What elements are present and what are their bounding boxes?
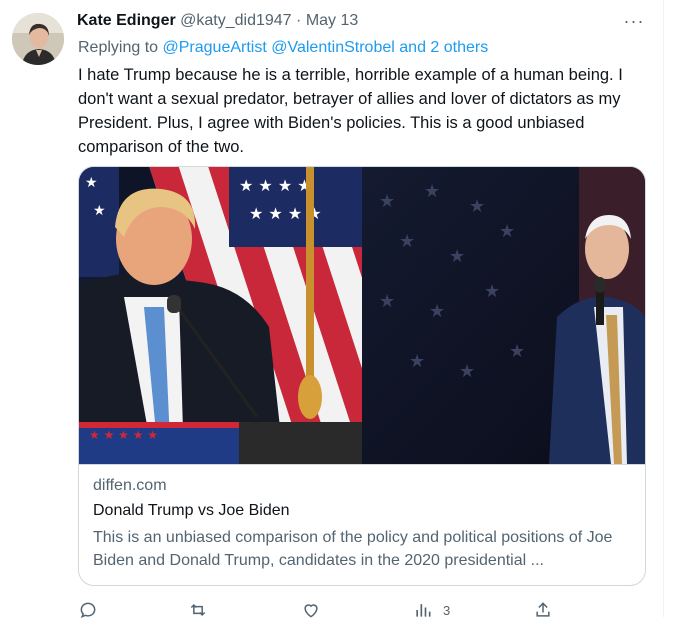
views-count: 3 [443,602,451,618]
svg-text:★: ★ [459,361,475,382]
svg-text:★ ★ ★ ★: ★ ★ ★ ★ [239,176,312,195]
action-bar: 3 [78,600,578,620]
svg-text:★: ★ [499,221,515,242]
svg-text:★: ★ [409,351,425,372]
reply-button[interactable] [78,600,108,620]
svg-text:★: ★ [379,191,395,212]
more-options-icon[interactable]: ··· [622,12,646,34]
svg-text:★: ★ [85,175,98,191]
replying-prefix: Replying to [78,39,159,56]
author-handle[interactable]: @katy_did1947 [180,12,291,29]
svg-text:★: ★ [379,291,395,312]
reply-others-link[interactable]: and 2 others [399,39,488,56]
card-description: This is an unbiased comparison of the po… [93,529,613,569]
views-button[interactable]: 3 [413,600,450,620]
card-title: Donald Trump vs Joe Biden [93,502,290,519]
tweet-header: Kate Edinger @katy_did1947 · May 13 [77,12,649,34]
avatar[interactable] [12,13,64,65]
heart-icon [304,604,318,618]
separator-dot: · [296,12,302,29]
column-border [663,0,664,617]
card-domain: diffen.com [93,477,167,494]
card-image: ★ ★ ★ ★ ★ ★ ★ ★ ★ ★ ★ ★ ★ ★ ★ ★ ★★ ★★★ ★ ★… [79,167,645,464]
reply-mention-valentin[interactable]: @ValentinStrobel [271,39,395,56]
replying-to: Replying to @PragueArtist @ValentinStrob… [78,39,488,57]
tweet-text: I hate Trump because he is a terrible, h… [78,66,623,156]
retweet-button[interactable] [188,600,218,620]
svg-text:★: ★ [449,246,465,267]
card-info: diffen.com Donald Trump vs Joe Biden Thi… [79,464,645,569]
svg-text:★: ★ [93,203,106,219]
svg-text:★: ★ [399,231,415,252]
svg-text:★: ★ [509,341,525,362]
svg-text:★ ★ ★ ★ ★: ★ ★ ★ ★ ★ [89,428,158,442]
reply-icon [80,602,96,619]
share-button[interactable] [533,600,553,620]
link-card[interactable]: ★ ★ ★ ★ ★ ★ ★ ★ ★ ★ ★ ★ ★ ★ ★ ★ ★ ★ ★ ★ ★ ★ ★… [78,166,646,586]
svg-text:★: ★ [469,196,485,217]
svg-text:★: ★ [424,181,440,202]
views-chart-icon [416,604,431,617]
tweet-date[interactable]: May 13 [306,12,358,29]
share-icon [536,602,550,617]
svg-text:★: ★ [484,281,500,302]
svg-text:★: ★ [429,301,445,322]
retweet-icon [190,603,206,617]
like-button[interactable] [301,600,331,620]
author-name[interactable]: Kate Edinger [77,12,176,29]
avatar-photo [12,13,64,65]
reply-mention-prague[interactable]: @PragueArtist [163,39,267,56]
